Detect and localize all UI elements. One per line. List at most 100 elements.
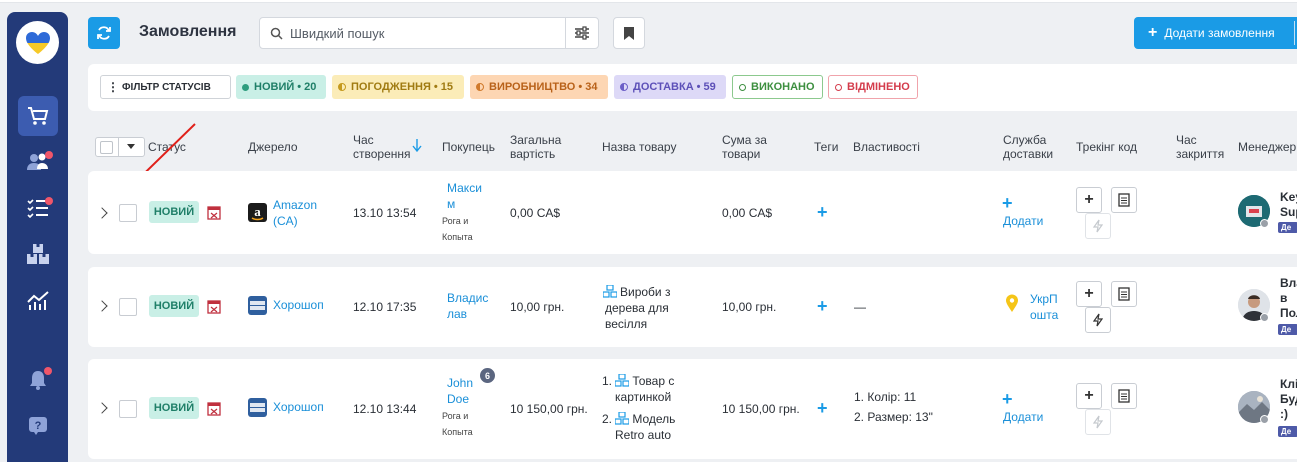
document-button[interactable] — [1111, 281, 1137, 307]
col-delivery[interactable]: Служба доставки — [1003, 133, 1059, 161]
col-closed[interactable]: Час закриття — [1176, 133, 1232, 161]
button-split-divider — [1294, 21, 1295, 45]
chip-approval[interactable]: ПОГОДЖЕННЯ • 15 — [332, 75, 464, 99]
properties-list: 1. Колір: 11 2. Размер: 13" — [854, 390, 933, 424]
col-tracking[interactable]: Трекінг код — [1076, 140, 1137, 154]
sidebar: ? — [7, 12, 68, 462]
analytics-chart-icon[interactable] — [18, 280, 58, 320]
table-row[interactable]: НОВИЙ a Amazon (CA) 13.10 13:54 Макси м … — [88, 171, 1297, 254]
table-row[interactable]: НОВИЙ Хорошоп 12.10 13:44 John Doe 6 Рог… — [88, 359, 1297, 459]
col-properties[interactable]: Властивості — [853, 140, 920, 154]
delivery-service-link[interactable]: УкрП ошта — [1030, 291, 1058, 323]
document-button[interactable] — [1111, 187, 1137, 213]
chip-label: ПОГОДЖЕННЯ — [351, 81, 431, 93]
add-order-button[interactable]: + Додати замовлення — [1134, 17, 1297, 49]
window-top-border — [0, 0, 1297, 3]
chip-count: 15 — [440, 81, 453, 93]
status-badge[interactable]: НОВИЙ — [149, 295, 199, 317]
add-delivery-plus-icon[interactable]: + — [1002, 193, 1013, 214]
calendar-cancel-icon[interactable] — [207, 401, 221, 416]
calendar-cancel-icon[interactable] — [207, 205, 221, 220]
horoshop-logo-icon — [248, 398, 267, 417]
chip-new[interactable]: НОВИЙ • 20 — [236, 75, 326, 99]
status-badge[interactable]: НОВИЙ — [149, 397, 199, 419]
ukrposhta-pin-icon — [1006, 294, 1018, 312]
lightning-button[interactable] — [1085, 409, 1111, 435]
document-button[interactable] — [1111, 383, 1137, 409]
add-tracking-button[interactable]: + — [1076, 187, 1102, 213]
add-delivery-link[interactable]: Додати — [1003, 409, 1043, 425]
expand-chevron-icon[interactable] — [96, 402, 108, 414]
buyer-link[interactable]: Владис лав — [447, 290, 488, 322]
table-row[interactable]: НОВИЙ Хорошоп 12.10 17:35 Владис лав 10,… — [88, 267, 1297, 347]
col-source[interactable]: Джерело — [248, 140, 298, 154]
document-icon — [1118, 389, 1130, 403]
bookmark-button[interactable] — [613, 17, 645, 49]
source-link[interactable]: Хорошоп — [273, 297, 324, 313]
online-status-dot — [1260, 415, 1269, 424]
row-checkbox[interactable] — [119, 298, 137, 316]
buyer-link[interactable]: Макси м — [447, 180, 482, 212]
sort-down-arrow-icon[interactable] — [412, 139, 422, 152]
help-icon[interactable]: ? — [18, 406, 58, 446]
status-badge[interactable]: НОВИЙ — [149, 201, 199, 223]
lightning-button[interactable] — [1085, 307, 1111, 333]
lightning-button[interactable] — [1085, 213, 1111, 239]
properties-value: — — [854, 300, 866, 314]
online-status-dot — [1260, 313, 1269, 322]
row-checkbox[interactable] — [119, 400, 137, 418]
online-status-dot — [1260, 219, 1269, 228]
buyer-link[interactable]: John Doe — [447, 375, 473, 407]
col-created[interactable]: Час створення — [353, 133, 411, 161]
add-tracking-button[interactable]: + — [1076, 383, 1102, 409]
orders-count-badge: 6 — [480, 368, 495, 383]
heart-logo-icon[interactable] — [16, 21, 59, 64]
chip-done[interactable]: ВИКОНАНО — [732, 75, 823, 99]
half-circle-icon — [620, 83, 628, 91]
chip-delivery[interactable]: ДОСТАВКА • 59 — [614, 75, 726, 99]
page-title: Замовлення — [139, 23, 237, 40]
calendar-cancel-icon[interactable] — [207, 299, 221, 314]
products-sum: 10,00 грн. — [722, 300, 777, 314]
add-tag-plus-icon[interactable]: + — [817, 296, 828, 317]
status-filter-label: ФІЛЬТР СТАТУСІВ — [122, 81, 211, 93]
users-icon[interactable] — [18, 142, 58, 182]
filter-settings-icon[interactable] — [574, 26, 590, 40]
refresh-button[interactable] — [88, 17, 120, 49]
amazon-logo-icon: a — [248, 203, 267, 222]
add-delivery-plus-icon[interactable]: + — [1002, 389, 1013, 410]
product-list[interactable]: 1. Товар с картинкой 2. Модель Retro aut… — [602, 373, 702, 443]
manager-role-tag: Де — [1278, 426, 1297, 437]
add-tag-plus-icon[interactable]: + — [817, 398, 828, 419]
status-filter-button[interactable]: ⋮ ФІЛЬТР СТАТУСІВ — [100, 75, 231, 99]
add-tag-plus-icon[interactable]: + — [817, 202, 828, 223]
col-product[interactable]: Назва товару — [602, 140, 676, 154]
expand-chevron-icon[interactable] — [96, 300, 108, 312]
half-circle-icon — [338, 83, 346, 91]
col-tags[interactable]: Теги — [814, 140, 838, 154]
col-total[interactable]: Загальна вартість — [510, 133, 570, 161]
cart-icon[interactable] — [18, 96, 58, 136]
chip-canceled[interactable]: ВІДМІНЕНО — [828, 75, 918, 99]
order-total: 0,00 CA$ — [510, 206, 561, 220]
manager-role-tag: Де — [1278, 222, 1297, 233]
add-tracking-button[interactable]: + — [1076, 281, 1102, 307]
tasks-icon[interactable] — [18, 188, 58, 228]
col-sum[interactable]: Сума за товари — [722, 133, 780, 161]
search-placeholder: Швидкий пошук — [290, 26, 385, 41]
boxes-icon[interactable] — [18, 234, 58, 274]
source-link[interactable]: Amazon (CA) — [273, 197, 323, 229]
product-name[interactable]: Вироби з дерева для весілля — [603, 284, 693, 332]
expand-chevron-icon[interactable] — [96, 207, 108, 219]
add-delivery-link[interactable]: Додати — [1003, 213, 1043, 229]
status-dot-icon — [739, 83, 746, 91]
row-checkbox[interactable] — [119, 204, 137, 222]
bookmark-icon — [624, 26, 634, 40]
bell-icon[interactable] — [18, 360, 58, 400]
refresh-icon — [97, 26, 111, 40]
source-link[interactable]: Хорошоп — [273, 399, 324, 415]
chip-production[interactable]: ВИРОБНИЦТВО • 34 — [470, 75, 608, 99]
col-manager[interactable]: Менеджер — [1238, 140, 1296, 154]
search-input[interactable]: Швидкий пошук — [259, 17, 599, 49]
col-buyer[interactable]: Покупець — [442, 140, 495, 154]
